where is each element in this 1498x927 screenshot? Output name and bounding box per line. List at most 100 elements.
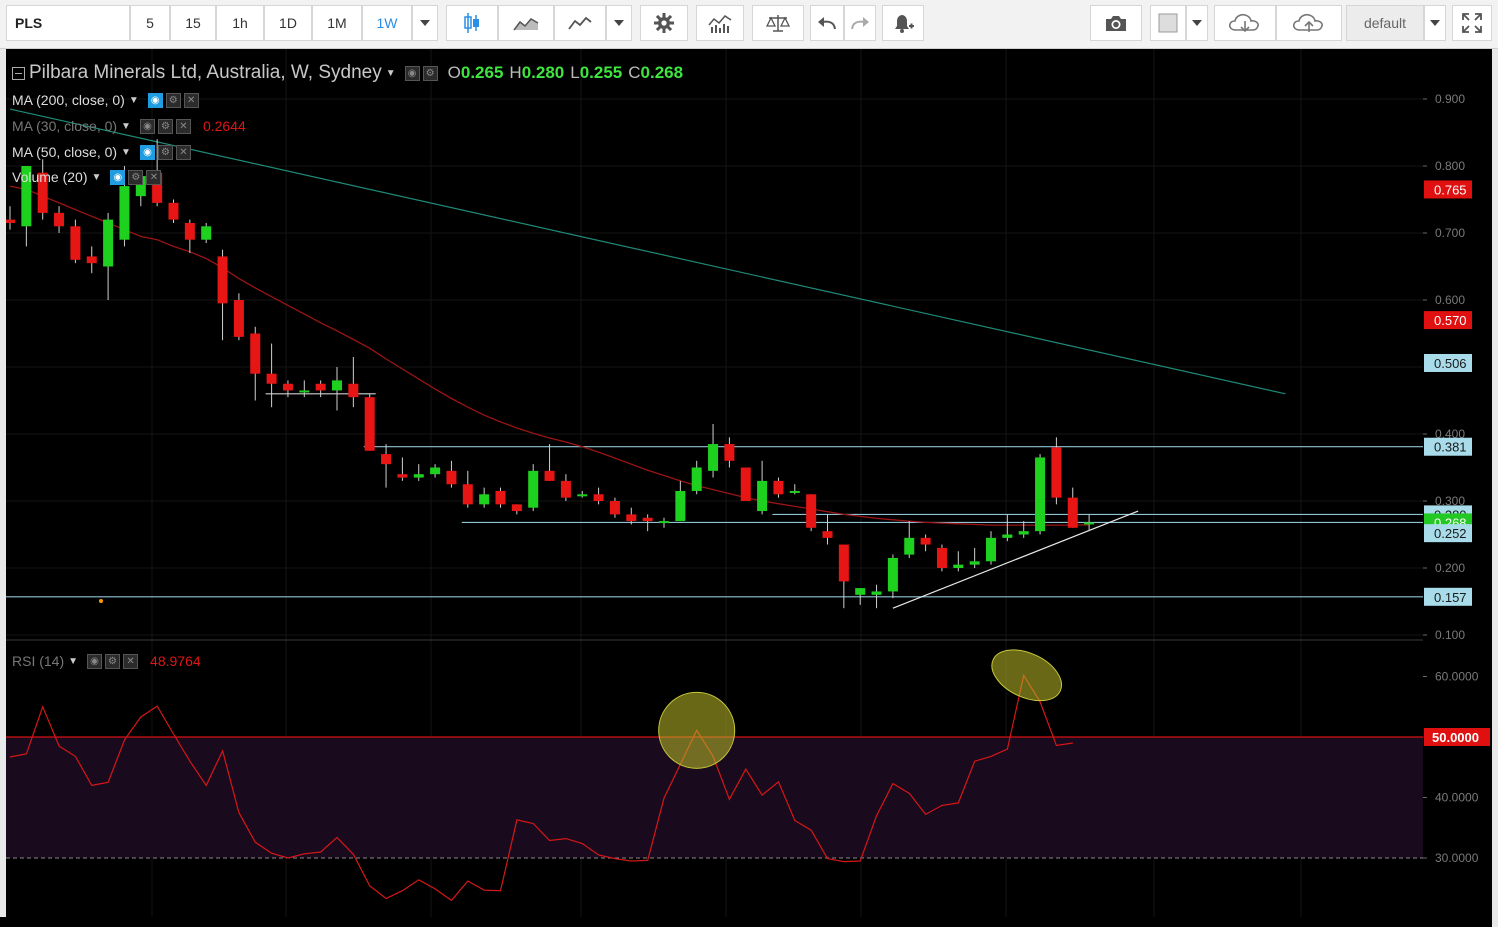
caret-down-icon	[1192, 20, 1202, 26]
gear-icon[interactable]: ⚙	[157, 118, 173, 134]
settings-button[interactable]	[640, 5, 688, 41]
fullscreen-button[interactable]	[1452, 5, 1492, 41]
candle-body	[1018, 531, 1029, 535]
candle-body	[757, 480, 768, 512]
candle-body	[855, 588, 866, 595]
candle	[577, 490, 588, 498]
candle	[789, 484, 800, 495]
layout-button[interactable]	[1150, 5, 1186, 41]
chart-style-dropdown[interactable]	[606, 5, 632, 41]
gear-icon[interactable]: ⚙	[422, 65, 438, 81]
close-icon[interactable]: ✕	[175, 118, 191, 134]
undo-button[interactable]	[810, 5, 844, 41]
save-layout-button[interactable]	[1276, 5, 1342, 41]
ma30-legend: MA (30, close, 0) ▼ ◉ ⚙ ✕ 0.2644	[12, 118, 246, 134]
symbol-search[interactable]: PLS	[6, 5, 130, 41]
price-badge: 0.381	[1424, 437, 1472, 456]
chevron-down-icon[interactable]: ▼	[91, 172, 101, 183]
eye-icon[interactable]: ◉	[139, 118, 155, 134]
ma50-legend: MA (50, close, 0) ▼ ◉ ⚙ ✕	[12, 144, 191, 160]
interval-dropdown-button[interactable]	[412, 5, 438, 41]
gear-icon[interactable]: ⚙	[165, 92, 181, 108]
candle-body	[299, 390, 310, 393]
chevron-down-icon[interactable]: ▼	[121, 147, 131, 158]
load-layout-button[interactable]	[1214, 5, 1276, 41]
rsi-legend: RSI (14) ▼ ◉ ⚙ ✕ 48.9764	[12, 653, 201, 669]
chevron-down-icon[interactable]: ▼	[68, 656, 78, 667]
series-title[interactable]: Pilbara Minerals Ltd, Australia, W, Sydn…	[29, 62, 382, 84]
candle-body	[1002, 534, 1013, 538]
candle-body	[986, 537, 996, 562]
ma200-legend: MA (200, close, 0) ▼ ◉ ⚙ ✕	[12, 92, 199, 108]
close-icon[interactable]: ✕	[183, 92, 199, 108]
eye-icon[interactable]: ◉	[87, 653, 103, 669]
symbol-text: PLS	[15, 15, 43, 31]
compare-button[interactable]	[752, 5, 804, 41]
eye-icon[interactable]: ◉	[147, 92, 163, 108]
time-axis[interactable]	[0, 917, 1492, 927]
rsi-label[interactable]: RSI (14)	[12, 653, 64, 669]
interval-1w-button[interactable]: 1W	[362, 5, 412, 41]
candle	[479, 487, 490, 508]
candle	[904, 521, 915, 558]
alert-bell-icon	[895, 15, 914, 33]
layout-name-button[interactable]: default	[1346, 5, 1424, 41]
chevron-down-icon[interactable]: ▼	[386, 68, 396, 79]
interval-1w-label: 1W	[376, 15, 398, 31]
snapshot-button[interactable]	[1090, 5, 1142, 41]
close-icon[interactable]: ✕	[175, 144, 191, 160]
layout-name-dropdown[interactable]	[1424, 5, 1446, 41]
collapse-icon[interactable]	[12, 66, 25, 80]
candle-body	[920, 537, 931, 545]
candle-body	[511, 504, 522, 512]
rsi-value: 48.9764	[150, 653, 201, 669]
candle-body	[250, 333, 261, 374]
chart-area[interactable]	[6, 49, 1423, 917]
gear-icon[interactable]: ⚙	[157, 144, 173, 160]
interval-1h-button[interactable]: 1h	[216, 5, 264, 41]
candle	[70, 219, 81, 264]
redo-button[interactable]	[844, 5, 876, 41]
candles-style-button[interactable]	[446, 5, 498, 41]
price-badge-label: 0.570	[1434, 313, 1467, 328]
ma50-label[interactable]: MA (50, close, 0)	[12, 144, 117, 160]
add-alert-button[interactable]	[882, 5, 924, 41]
camera-icon	[1106, 16, 1126, 31]
close-icon[interactable]: ✕	[123, 653, 139, 669]
eye-icon[interactable]: ◉	[139, 144, 155, 160]
gear-icon[interactable]: ⚙	[128, 169, 144, 185]
price-axis-canvas: 0.9000.8000.7000.6000.4000.3000.2000.100…	[1423, 92, 1490, 865]
candle	[299, 380, 310, 398]
layout-dropdown[interactable]	[1186, 5, 1208, 41]
eye-icon[interactable]: ◉	[404, 65, 420, 81]
axis-tick-label: 0.800	[1435, 159, 1465, 173]
ma200-label[interactable]: MA (200, close, 0)	[12, 92, 125, 108]
axis-tick-label: 0.200	[1435, 561, 1465, 575]
candle	[446, 460, 457, 488]
chevron-down-icon[interactable]: ▼	[121, 121, 131, 132]
chevron-down-icon[interactable]: ▼	[129, 95, 139, 106]
candle	[544, 444, 555, 481]
indicators-button[interactable]	[696, 5, 744, 41]
line-chart-icon	[568, 16, 592, 30]
line-style-button[interactable]	[554, 5, 606, 41]
price-axis[interactable]: 0.900 0.800 0.700 0.600 0.400 0.300 0.200 0.100…	[1423, 49, 1492, 917]
open-value: 0.265	[460, 63, 504, 82]
candle	[86, 246, 97, 274]
interval-1m-button[interactable]: 1M	[312, 5, 362, 41]
candle	[822, 514, 833, 545]
chart-canvas[interactable]	[6, 49, 1423, 917]
right-edge	[1492, 49, 1498, 927]
interval-5-button[interactable]: 5	[130, 5, 170, 41]
candle	[691, 460, 702, 495]
price-badge: 0.506	[1424, 353, 1472, 372]
volume-label[interactable]: Volume (20)	[12, 169, 87, 185]
ma30-label[interactable]: MA (30, close, 0)	[12, 118, 117, 134]
candle-body	[266, 373, 277, 384]
gear-icon[interactable]: ⚙	[105, 653, 121, 669]
close-icon[interactable]: ✕	[146, 169, 162, 185]
interval-15-button[interactable]: 15	[170, 5, 216, 41]
area-style-button[interactable]	[498, 5, 554, 41]
interval-1d-button[interactable]: 1D	[264, 5, 312, 41]
eye-icon[interactable]: ◉	[110, 169, 126, 185]
